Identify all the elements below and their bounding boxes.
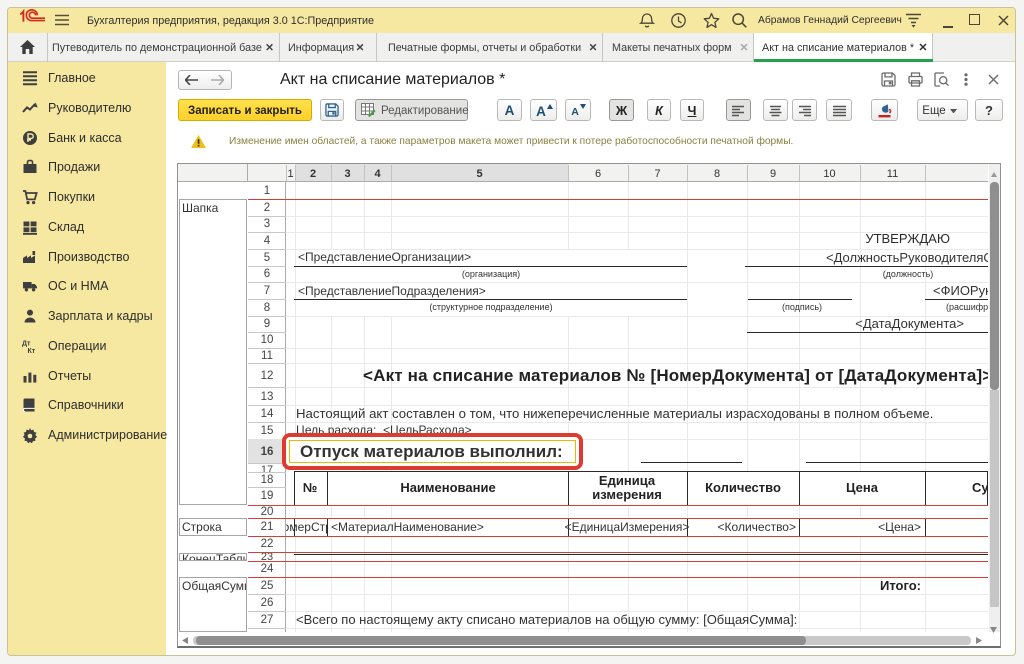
svg-text:Кт: Кт (28, 348, 36, 354)
svg-text:Дт: Дт (22, 340, 31, 347)
